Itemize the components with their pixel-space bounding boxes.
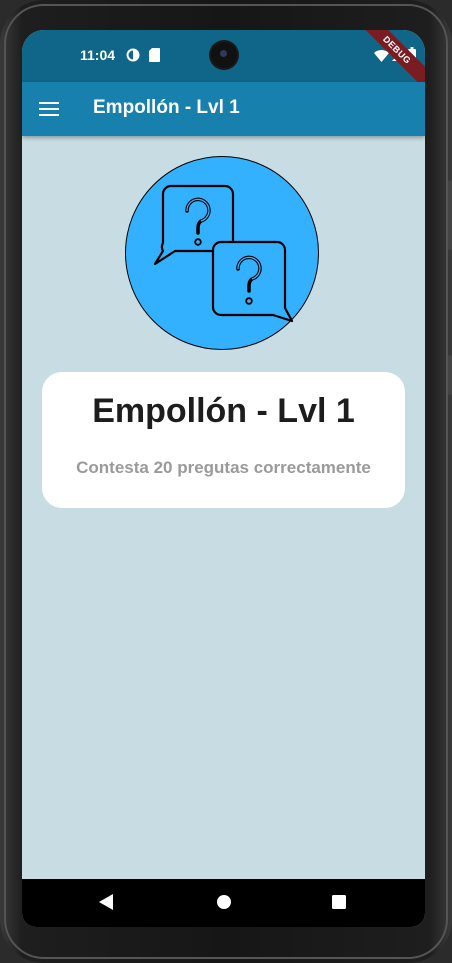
- achievement-card: Empollón - Lvl 1 Contesta 20 pregutas co…: [42, 372, 405, 508]
- status-bar: 11:04 DEBUG: [22, 30, 425, 92]
- back-icon[interactable]: [99, 894, 113, 915]
- app-bar-title: Empollón - Lvl 1: [93, 97, 240, 118]
- power-button: [448, 355, 452, 395]
- achievement-description: Contesta 20 pregutas correctamente: [76, 458, 371, 477]
- system-nav-bar: [22, 879, 425, 927]
- recents-icon[interactable]: [332, 895, 346, 914]
- sim-card-icon: [149, 48, 160, 67]
- question-chat-bubbles-icon: [125, 156, 319, 350]
- front-camera: [211, 42, 237, 68]
- achievement-title: Empollón - Lvl 1: [92, 392, 355, 430]
- phone-frame: 11:04 DEBUG Empollón - Lvl 1 Empollón - …: [0, 0, 452, 963]
- volume-button: [448, 180, 452, 250]
- status-time: 11:04: [80, 47, 116, 63]
- menu-icon[interactable]: [39, 99, 59, 117]
- data-saver-icon: [126, 48, 140, 67]
- app-bar: Empollón - Lvl 1: [22, 82, 425, 136]
- home-icon[interactable]: [217, 895, 231, 914]
- screen: 11:04 DEBUG Empollón - Lvl 1 Empollón - …: [22, 30, 425, 927]
